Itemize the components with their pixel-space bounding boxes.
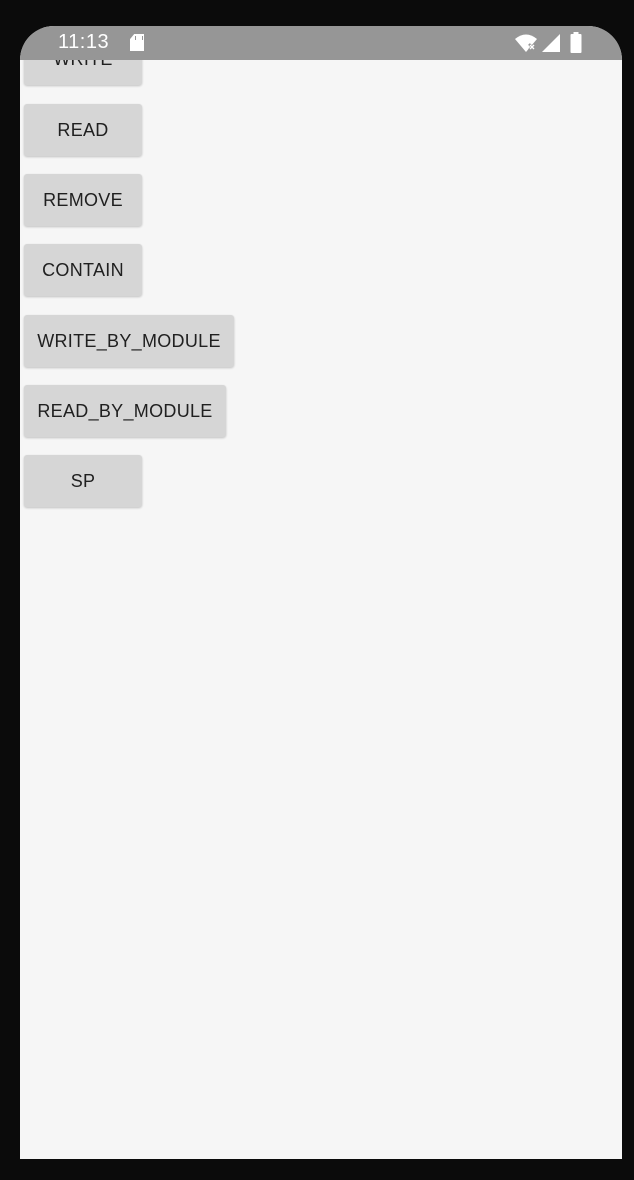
battery-icon xyxy=(570,32,582,53)
status-time: 11:13 xyxy=(58,31,110,53)
sp-button[interactable]: SP xyxy=(24,455,142,507)
remove-button[interactable]: REMOVE xyxy=(24,174,142,226)
contain-button[interactable]: CONTAIN xyxy=(24,244,142,296)
app-screen: WRITE READ REMOVE CONTAIN WRITE_BY_MODUL… xyxy=(20,26,622,1159)
sd-card-icon xyxy=(130,34,144,51)
wifi-icon xyxy=(515,34,537,52)
device-frame: WRITE READ REMOVE CONTAIN WRITE_BY_MODUL… xyxy=(0,0,634,1180)
signal-icon xyxy=(542,34,560,52)
read-button[interactable]: READ xyxy=(24,104,142,156)
write-by-module-button[interactable]: WRITE_BY_MODULE xyxy=(24,315,234,367)
read-by-module-button[interactable]: READ_BY_MODULE xyxy=(24,385,226,437)
status-bar: 11:13 xyxy=(20,26,622,60)
